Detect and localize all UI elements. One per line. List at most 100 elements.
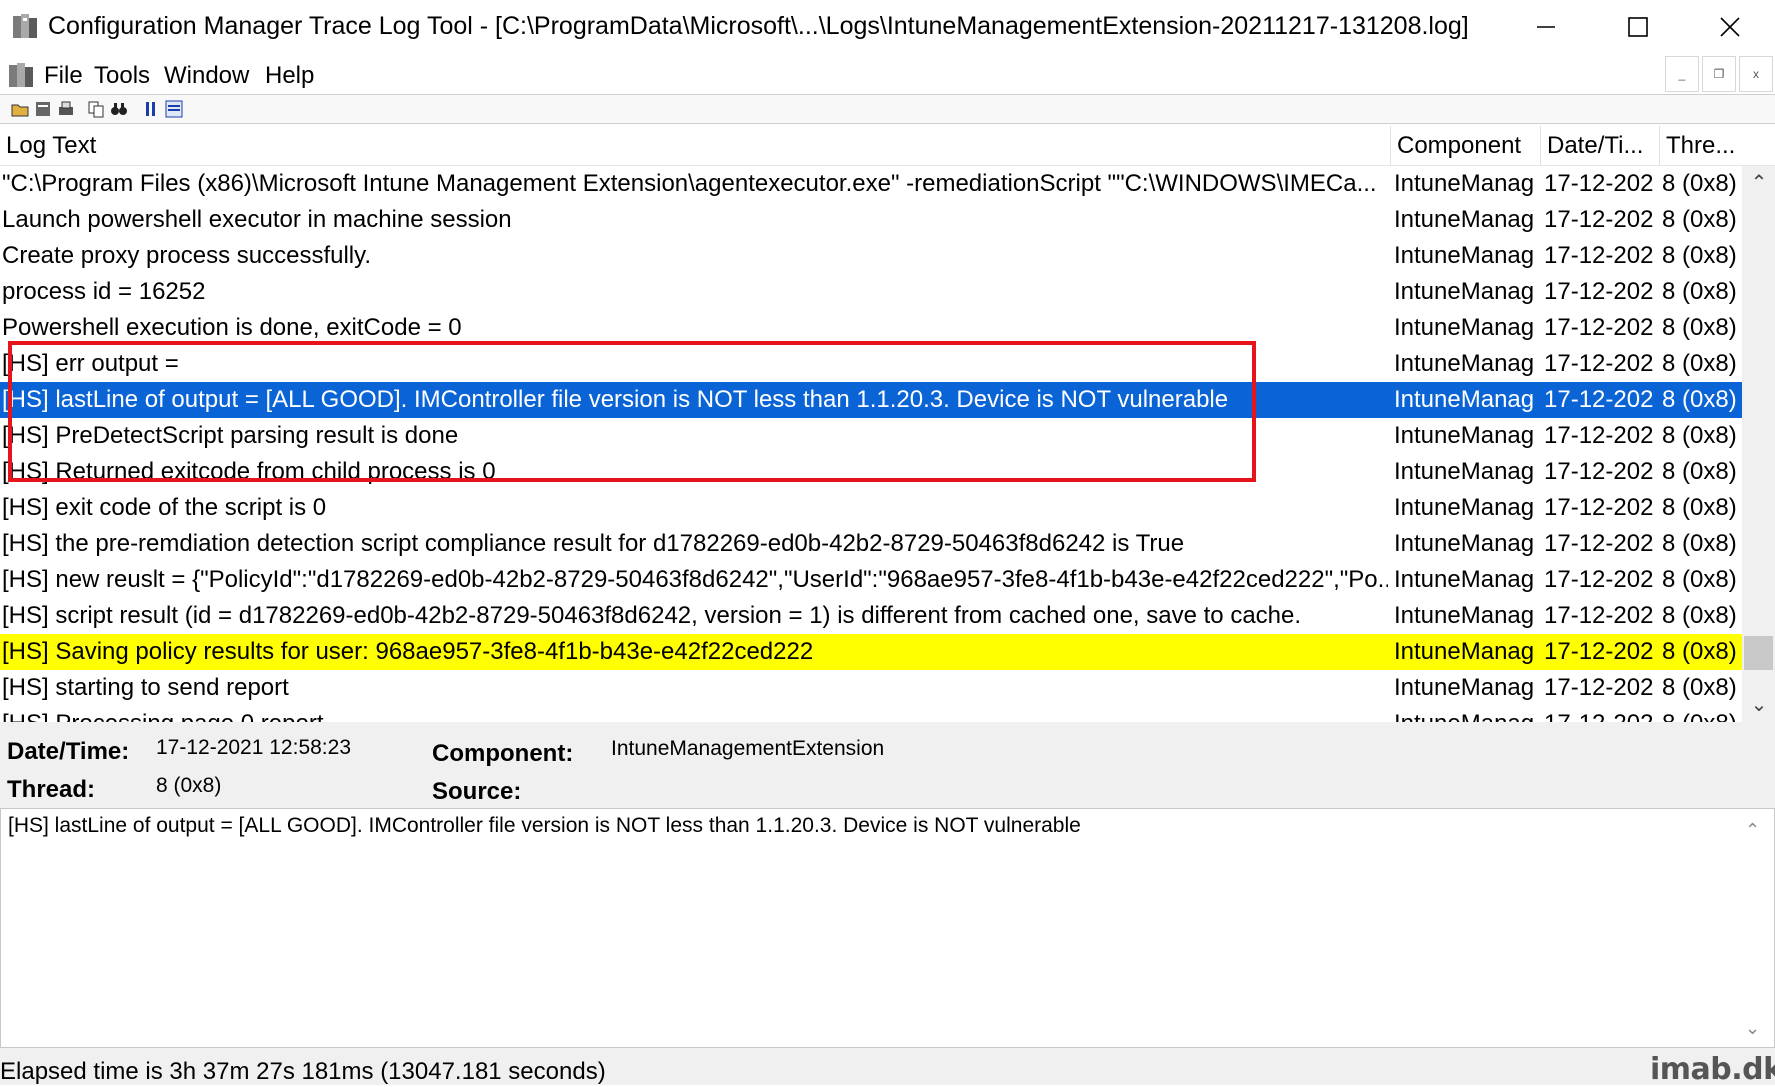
log-text-cell: [HS] new reuslt = {"PolicyId":"d1782269-…: [2, 566, 1388, 593]
mdi-minimize-button[interactable]: _: [1665, 56, 1699, 92]
copy-icon[interactable]: [86, 99, 106, 119]
scroll-up-arrow-icon[interactable]: ⌃: [1746, 170, 1772, 196]
log-row[interactable]: [HS] Returned exitcode from child proces…: [0, 454, 1742, 490]
log-row[interactable]: process id = 16252 IntuneManag 17-12-202 8 …: [0, 274, 1742, 310]
log-row[interactable]: [HS] lastLine of output = [ALL GOOD]. IM…: [0, 382, 1742, 418]
thread-cell: 8 (0x8): [1662, 206, 1737, 233]
toolbar: [0, 94, 1775, 124]
log-row[interactable]: [HS] Processing page 0 report IntuneManag…: [0, 706, 1742, 722]
log-text-cell: [HS] the pre-remdiation detection script…: [2, 530, 1185, 557]
component-cell: IntuneManag: [1394, 278, 1535, 305]
datetime-cell: 17-12-202: [1544, 638, 1654, 665]
column-log-text[interactable]: Log Text: [6, 132, 1386, 160]
datetime-cell: 17-12-202: [1544, 530, 1654, 557]
log-row[interactable]: [HS] err output = IntuneManag 17-12-202 8 (…: [0, 346, 1742, 382]
column-thread[interactable]: Thre...: [1666, 132, 1740, 160]
minimize-button[interactable]: [1500, 0, 1592, 54]
component-cell: IntuneManag: [1394, 386, 1535, 413]
log-text-cell: [HS] err output =: [2, 350, 179, 377]
log-text-cell: Powershell execution is done, exitCode =…: [2, 314, 462, 341]
column-separator[interactable]: [1659, 126, 1660, 166]
thread-cell: 8 (0x8): [1662, 674, 1737, 701]
thread-value: 8 (0x8): [156, 774, 222, 797]
component-cell: IntuneManag: [1394, 494, 1535, 521]
datetime-cell: 17-12-202: [1544, 206, 1654, 233]
scroll-down-arrow-icon[interactable]: ⌄: [1746, 692, 1772, 718]
menu-help[interactable]: Help: [265, 62, 314, 90]
component-cell: IntuneManag: [1394, 242, 1535, 269]
pause-icon[interactable]: [141, 99, 161, 119]
log-row[interactable]: "C:\Program Files (x86)\Microsoft Intune…: [0, 166, 1742, 202]
menu-window[interactable]: Window: [164, 62, 249, 90]
component-cell: IntuneManag: [1394, 314, 1535, 341]
thread-cell: 8 (0x8): [1662, 314, 1737, 341]
log-list[interactable]: "C:\Program Files (x86)\Microsoft Intune…: [0, 166, 1742, 722]
menu-tools[interactable]: Tools: [94, 62, 150, 90]
log-row[interactable]: Powershell execution is done, exitCode =…: [0, 310, 1742, 346]
component-cell: IntuneManag: [1394, 458, 1535, 485]
log-text-cell: [HS] exit code of the script is 0: [2, 494, 327, 521]
datetime-cell: 17-12-202: [1544, 314, 1654, 341]
column-component[interactable]: Component: [1397, 132, 1537, 160]
column-separator[interactable]: [1540, 126, 1541, 166]
open-icon[interactable]: [10, 99, 30, 119]
component-cell: IntuneManag: [1394, 674, 1535, 701]
log-text-cell: [HS] lastLine of output = [ALL GOOD]. IM…: [2, 386, 1229, 413]
log-row[interactable]: Launch powershell executor in machine se…: [0, 202, 1742, 238]
print-setup-icon[interactable]: [33, 99, 53, 119]
log-row[interactable]: [HS] Saving policy results for user: 968…: [0, 634, 1742, 670]
message-scroll-down-icon[interactable]: ⌄: [1745, 1018, 1760, 1039]
component-cell: IntuneManag: [1394, 566, 1535, 593]
message-textbox[interactable]: [0, 808, 1775, 1048]
thread-cell: 8 (0x8): [1662, 710, 1742, 722]
log-row[interactable]: [HS] PreDetectScript parsing result is d…: [0, 418, 1742, 454]
log-row[interactable]: [HS] script result (id = d1782269-ed0b-4…: [0, 598, 1742, 634]
log-row[interactable]: [HS] exit code of the script is 0 IntuneM…: [0, 490, 1742, 526]
scrollbar-thumb[interactable]: [1744, 636, 1773, 670]
log-row[interactable]: [HS] the pre-remdiation detection script…: [0, 526, 1742, 562]
menu-file[interactable]: File: [44, 62, 83, 90]
message-scroll-up-icon[interactable]: ⌃: [1745, 820, 1760, 841]
log-text-cell: "C:\Program Files (x86)\Microsoft Intune…: [2, 170, 1377, 197]
thread-label: Thread:: [7, 776, 96, 803]
datetime-cell: 17-12-202: [1544, 674, 1654, 701]
log-text-cell: [HS] Processing page 0 report: [2, 710, 1388, 722]
print-icon[interactable]: [56, 99, 76, 119]
component-label: Component:: [432, 740, 574, 767]
thread-cell: 8 (0x8): [1662, 638, 1737, 665]
thread-cell: 8 (0x8): [1662, 386, 1737, 413]
thread-cell: 8 (0x8): [1662, 350, 1737, 377]
datetime-cell: 17-12-202: [1544, 422, 1654, 449]
mdi-restore-button[interactable]: ❐: [1702, 56, 1736, 92]
log-row[interactable]: Create proxy process successfully. Intune…: [0, 238, 1742, 274]
log-text-cell: [HS] starting to send report: [2, 674, 289, 701]
datetime-cell: 17-12-202: [1544, 494, 1654, 521]
component-cell: IntuneManag: [1394, 206, 1535, 233]
log-row[interactable]: [HS] starting to send report IntuneManag 1…: [0, 670, 1742, 706]
mdi-child-icon[interactable]: [6, 60, 36, 90]
message-text: [HS] lastLine of output = [ALL GOOD]. IM…: [8, 814, 1081, 837]
log-text-cell: Create proxy process successfully.: [2, 242, 372, 269]
watermark-logo: imab.dk: [1650, 1052, 1775, 1087]
mdi-close-button[interactable]: x: [1739, 56, 1773, 92]
maximize-button[interactable]: [1592, 0, 1684, 54]
thread-cell: 8 (0x8): [1662, 278, 1737, 305]
thread-cell: 8 (0x8): [1662, 170, 1737, 197]
column-datetime[interactable]: Date/Ti...: [1547, 132, 1655, 160]
datetime-label: Date/Time:: [7, 738, 130, 765]
component-value: IntuneManagementExtension: [611, 737, 885, 760]
window-title: Configuration Manager Trace Log Tool - […: [48, 12, 1469, 40]
datetime-cell: 17-12-202: [1544, 602, 1654, 629]
component-cell: IntuneManag: [1394, 422, 1535, 449]
merge-icon[interactable]: [164, 99, 184, 119]
datetime-cell: 17-12-202: [1544, 170, 1654, 197]
find-icon[interactable]: [109, 99, 129, 119]
log-text-cell: [HS] PreDetectScript parsing result is d…: [2, 422, 459, 449]
datetime-cell: 17-12-202: [1544, 386, 1654, 413]
column-separator[interactable]: [1390, 126, 1391, 166]
log-text-cell: [HS] Returned exitcode from child proces…: [2, 458, 496, 485]
close-icon: [1720, 17, 1740, 37]
log-row[interactable]: [HS] new reuslt = {"PolicyId":"d1782269-…: [0, 562, 1742, 598]
log-text-cell: [HS] Saving policy results for user: 968…: [2, 638, 814, 665]
close-button[interactable]: [1684, 0, 1775, 54]
